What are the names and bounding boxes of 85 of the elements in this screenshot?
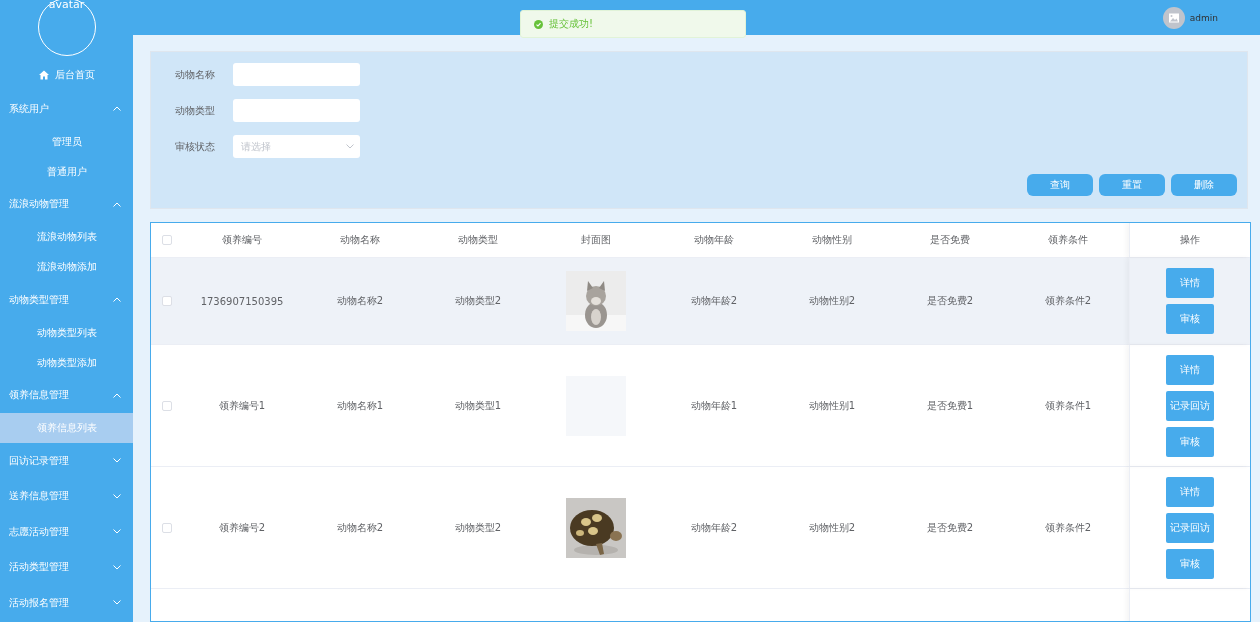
- table-cell: 动物性别1: [808, 398, 856, 413]
- menu-group[interactable]: 动物类型管理: [0, 282, 133, 318]
- table-row[interactable]: 领养编号2 动物名称2 动物类型2 动物年龄2 动物性别2 是否免费2 领养条件2 详情 记录回访 审核: [151, 467, 1250, 589]
- menu-group[interactable]: 流浪动物管理: [0, 186, 133, 222]
- table-cell: 动物类型2: [454, 520, 502, 535]
- checkbox[interactable]: [162, 522, 172, 533]
- table-cell: 领养编号2: [218, 520, 266, 535]
- chevron-icon: [113, 600, 121, 606]
- field-label: 动物名称: [175, 67, 216, 82]
- toast-message: 提交成功!: [549, 17, 593, 31]
- input-field[interactable]: [233, 99, 360, 122]
- menu-item[interactable]: 普通用户: [0, 156, 133, 187]
- column-header: 是否免费: [930, 233, 970, 247]
- action-button[interactable]: 记录回访: [1166, 512, 1214, 543]
- table-cell: 动物性别2: [808, 294, 856, 308]
- menu-item[interactable]: 动物类型列表: [0, 317, 133, 348]
- column-header: 动物类型: [458, 233, 498, 247]
- checkbox[interactable]: [162, 400, 172, 411]
- column-header: 领养条件: [1048, 233, 1088, 247]
- action-button[interactable]: 详情: [1166, 476, 1214, 507]
- input-field[interactable]: [233, 63, 360, 86]
- table-cell: 领养条件1: [1044, 398, 1092, 413]
- menu-group[interactable]: 活动报名管理: [0, 585, 133, 621]
- image-placeholder-icon: [1162, 6, 1185, 29]
- menu-item[interactable]: 后台首页: [0, 66, 133, 84]
- menu-group[interactable]: 领养信息管理: [0, 377, 133, 413]
- field-label: 动物类型: [175, 103, 216, 118]
- menu-group[interactable]: 活动类型管理: [0, 549, 133, 585]
- success-icon: [534, 19, 543, 29]
- chevron-icon: [113, 106, 121, 112]
- menu-group[interactable]: 回访记录管理: [0, 443, 133, 479]
- table-cell: 是否免费1: [926, 398, 974, 413]
- menu-group[interactable]: 送养信息管理: [0, 478, 133, 514]
- table-cell: 动物类型1: [454, 398, 502, 413]
- column-header: 动物名称: [340, 233, 380, 247]
- action-button[interactable]: 记录回访: [1166, 390, 1214, 421]
- table-cell: 领养条件2: [1044, 294, 1092, 308]
- checkbox[interactable]: [162, 235, 172, 245]
- menu-item[interactable]: 管理员: [0, 126, 133, 157]
- search-button[interactable]: 删除: [1171, 174, 1237, 196]
- chevron-icon: [113, 201, 121, 207]
- table-cell: 动物名称2: [336, 520, 384, 535]
- menu-group[interactable]: 志愿活动管理: [0, 514, 133, 550]
- chevron-icon: [113, 564, 121, 570]
- column-header: 动物性别: [812, 233, 852, 247]
- column-header: 封面图: [581, 233, 611, 247]
- chevron-icon: [113, 392, 121, 398]
- menu-group[interactable]: 系统用户: [0, 91, 133, 127]
- menu-item[interactable]: 动物类型添加: [0, 347, 133, 378]
- chevron-icon: [113, 529, 121, 535]
- user-name[interactable]: admin: [1189, 12, 1218, 23]
- column-header: 领养编号: [222, 233, 262, 247]
- column-header: 操作: [1180, 233, 1200, 247]
- checkbox[interactable]: [162, 296, 172, 306]
- menu-item[interactable]: 领养信息列表: [0, 413, 133, 443]
- action-button[interactable]: 详情: [1166, 268, 1214, 298]
- table-cell: 是否免费2: [926, 520, 974, 535]
- table-cell: 领养编号1: [218, 398, 266, 413]
- chevron-icon: [113, 458, 121, 464]
- menu-item[interactable]: 流浪动物列表: [0, 222, 133, 252]
- chevron-icon: [113, 493, 121, 499]
- field-label: 审核状态: [175, 139, 216, 154]
- chevron-icon: [113, 297, 121, 303]
- search-button[interactable]: 查询: [1027, 174, 1093, 196]
- action-button[interactable]: 审核: [1166, 548, 1214, 579]
- home-icon: [38, 70, 49, 80]
- search-button[interactable]: 重置: [1099, 174, 1165, 196]
- table-cell: 动物名称1: [336, 398, 384, 413]
- table-cell: 1736907150395: [200, 295, 284, 307]
- menu-item[interactable]: 流浪动物添加: [0, 252, 133, 282]
- chevron-icon: [346, 144, 354, 149]
- action-button[interactable]: 审核: [1166, 304, 1214, 334]
- table-cell: 动物年龄2: [690, 520, 738, 535]
- table-cell: 是否免费2: [926, 294, 974, 308]
- table-cell: 领养条件2: [1044, 520, 1092, 535]
- table-cell: 动物性别2: [808, 520, 856, 535]
- table-row[interactable]: 1736907150395 动物名称2 动物类型2 动物年龄2 动物性别2 是否免费2 领养条件2 详情 审核: [151, 258, 1250, 345]
- table-row[interactable]: 领养编号1 动物名称1 动物类型1 动物年龄1 动物性别1 是否免费1 领养条件1 详情 记录回访 审核: [151, 345, 1250, 467]
- column-header: 动物年龄: [694, 233, 734, 247]
- action-button[interactable]: 审核: [1166, 426, 1214, 457]
- table-cell: 动物名称2: [336, 294, 384, 308]
- table-cell: 动物年龄2: [690, 294, 738, 308]
- action-button[interactable]: 详情: [1166, 354, 1214, 385]
- table-cell: 动物年龄1: [690, 398, 738, 413]
- table-cell: 动物类型2: [454, 294, 502, 308]
